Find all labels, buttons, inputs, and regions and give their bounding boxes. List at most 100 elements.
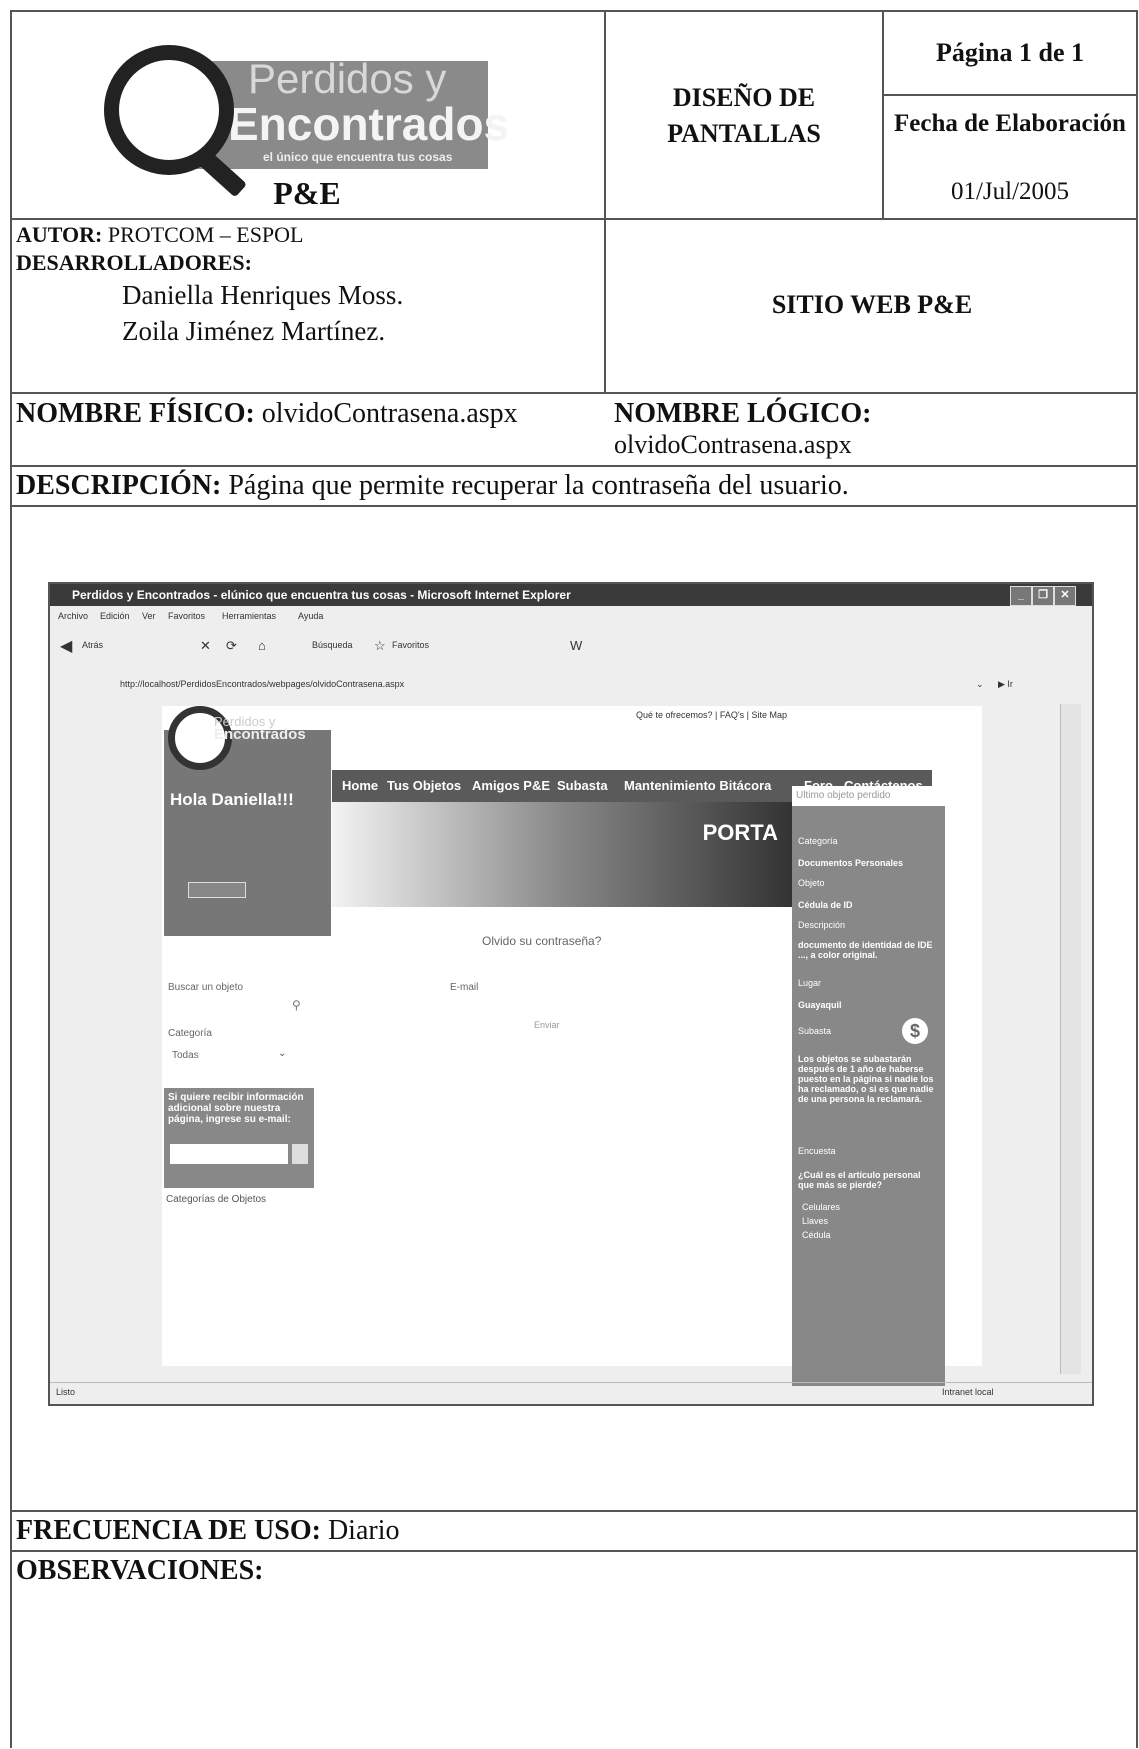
newsletter-box: Si quiere recibir información adicional … — [164, 1088, 314, 1188]
rp-place-value: Guayaquil — [798, 1000, 842, 1010]
frequency-value: Diario — [327, 1515, 400, 1546]
menu-ayuda[interactable]: Ayuda — [298, 611, 323, 621]
physical-name-label: NOMBRE FÍSICO: — [16, 398, 255, 429]
web-page: Perdidos y Encontrados Qué te ofrecemos?… — [162, 706, 982, 1386]
nav-amigos[interactable]: Amigos P&E — [472, 778, 550, 793]
menu-archivo[interactable]: Archivo — [58, 611, 88, 621]
back-icon[interactable]: ◀ — [60, 636, 72, 656]
nav-mantenimiento[interactable]: Mantenimiento Bitácora — [624, 778, 771, 793]
search-label-left: Buscar un objeto — [168, 982, 244, 993]
logical-name-value: olvidoContrasena.aspx — [614, 430, 852, 459]
last-lost-header: Ultimo objeto perdido — [792, 786, 945, 806]
rp-desc-value: documento de identidad de IDE ..., a col… — [798, 940, 933, 960]
nav-home[interactable]: Home — [342, 778, 378, 793]
divider-row3 — [10, 465, 1138, 467]
toolbar: ◀ Atrás ✕ ⟳ ⌂ Búsqueda ☆ Favoritos W — [50, 630, 1092, 664]
menu-herramientas[interactable]: Herramientas — [222, 611, 276, 621]
dollar-icon: $ — [902, 1018, 928, 1044]
rp-auction-text: Los objetos se subastarán después de 1 a… — [798, 1054, 934, 1104]
link-faq[interactable]: FAQ's — [720, 710, 744, 720]
word-icon[interactable]: W — [570, 638, 582, 653]
address-input[interactable]: http://localhost/PerdidosEncontrados/web… — [120, 679, 404, 689]
developer-2: Zoila Jiménez Martínez. — [122, 316, 386, 346]
description-value: Página que permite recuperar la contrase… — [228, 470, 849, 501]
rp-place-label: Lugar — [798, 978, 822, 988]
category-select[interactable]: Todas — [172, 1050, 199, 1061]
refresh-icon[interactable]: ⟳ — [226, 638, 237, 654]
author-value: PROTCOM – ESPOL — [107, 222, 304, 247]
window-titlebar: Perdidos y Encontrados - elúnico que enc… — [50, 584, 1092, 606]
description-label: DESCRIPCIÓN: — [16, 470, 222, 501]
page-number: Página 1 de 1 — [935, 38, 1085, 67]
doc-type: DISEÑO DE PANTALLAS — [667, 83, 821, 148]
status-bar: Listo Intranet local — [50, 1382, 1092, 1403]
greeting: Hola Daniella!!! — [170, 790, 294, 809]
physical-name: NOMBRE FÍSICO: olvidoContrasena.aspx — [16, 398, 518, 430]
menu-bar: Archivo Edición Ver Favoritos Herramient… — [50, 608, 1092, 626]
chevron-down-icon[interactable]: ⌄ — [278, 1048, 286, 1059]
date-label: Fecha de Elaboración — [894, 110, 1126, 137]
rp-desc-label: Descripción — [798, 920, 846, 930]
favorites-label[interactable]: Favoritos — [392, 640, 429, 650]
border-right — [1136, 10, 1138, 1748]
border-left — [10, 10, 12, 1748]
scrollbar[interactable] — [1060, 704, 1081, 1374]
physical-name-value: olvidoContrasena.aspx — [261, 398, 518, 429]
divider-row5 — [10, 1510, 1138, 1512]
logo-tagline: el único que encuentra tus cosas — [263, 150, 453, 164]
login-button[interactable] — [188, 882, 246, 898]
menu-edicion[interactable]: Edición — [100, 611, 130, 621]
developers-label: DESARROLLADORES: — [16, 250, 252, 275]
home-icon[interactable]: ⌂ — [258, 638, 266, 653]
categories-label: Categorías de Objetos — [166, 1194, 267, 1205]
search-icon[interactable]: ⚲ — [292, 998, 301, 1012]
rp-poll-option-1[interactable]: Celulares — [802, 1202, 840, 1212]
site-name: SITIO WEB P&E — [771, 290, 973, 319]
logical-name-label: NOMBRE LÓGICO: — [614, 398, 872, 429]
hero-brand: PORTA — [702, 820, 778, 845]
nav-tus-objetos[interactable]: Tus Objetos — [387, 778, 461, 793]
dropdown-icon[interactable]: ⌄ — [976, 679, 984, 690]
frequency-label: FRECUENCIA DE USO: — [16, 1515, 321, 1546]
send-button[interactable]: Enviar — [534, 1020, 560, 1030]
newsletter-submit[interactable] — [292, 1144, 308, 1164]
author-line: AUTOR: PROTCOM – ESPOL — [16, 222, 303, 248]
author-label: AUTOR: — [16, 222, 103, 247]
divider-col1 — [604, 10, 606, 392]
nav-subasta[interactable]: Subasta — [557, 778, 608, 793]
stop-icon[interactable]: ✕ — [200, 638, 211, 654]
divider-row4 — [10, 505, 1138, 507]
maximize-icon[interactable]: ❐ — [1032, 586, 1054, 606]
favorites-icon[interactable]: ☆ — [374, 638, 386, 654]
close-icon[interactable]: ✕ — [1054, 586, 1076, 606]
category-label-left: Categoría — [168, 1028, 212, 1039]
form-title: Olvido su contraseña? — [482, 934, 602, 948]
status-left: Listo — [56, 1387, 76, 1397]
rp-category-label: Categoría — [798, 836, 838, 846]
site-logo-line2: Encontrados — [214, 726, 306, 743]
rp-object-value: Cédula de ID — [798, 900, 853, 910]
newsletter-input[interactable] — [170, 1144, 288, 1164]
menu-ver[interactable]: Ver — [142, 611, 156, 621]
menu-favoritos[interactable]: Favoritos — [168, 611, 205, 621]
logo-line2: Encontrados — [228, 98, 510, 150]
email-label: E-mail — [450, 982, 479, 993]
frequency: FRECUENCIA DE USO: Diario — [16, 1515, 399, 1547]
border-top — [10, 10, 1138, 12]
link-sitemap[interactable]: Site Map — [751, 710, 787, 720]
divider-row1 — [10, 218, 1138, 220]
rp-poll-label: Encuesta — [798, 1146, 836, 1156]
right-sidebar: Ultimo objeto perdido Categoría Document… — [792, 786, 945, 1386]
divider-row6 — [10, 1550, 1138, 1552]
minimize-icon[interactable]: _ — [1010, 586, 1032, 606]
rp-poll-option-3[interactable]: Cédula — [802, 1230, 831, 1240]
search-label[interactable]: Búsqueda — [312, 640, 353, 650]
newsletter-text: Si quiere recibir información adicional … — [168, 1092, 304, 1125]
rp-poll-option-2[interactable]: Llaves — [802, 1216, 828, 1226]
link-offer[interactable]: Qué te ofrecemos? — [636, 710, 713, 720]
status-right: Intranet local — [942, 1387, 994, 1397]
top-links: Qué te ofrecemos? | FAQ's | Site Map — [636, 710, 787, 720]
back-label[interactable]: Atrás — [82, 640, 103, 650]
go-button[interactable]: ▶ Ir — [998, 679, 1013, 690]
rp-auction-label: Subasta — [798, 1026, 832, 1036]
